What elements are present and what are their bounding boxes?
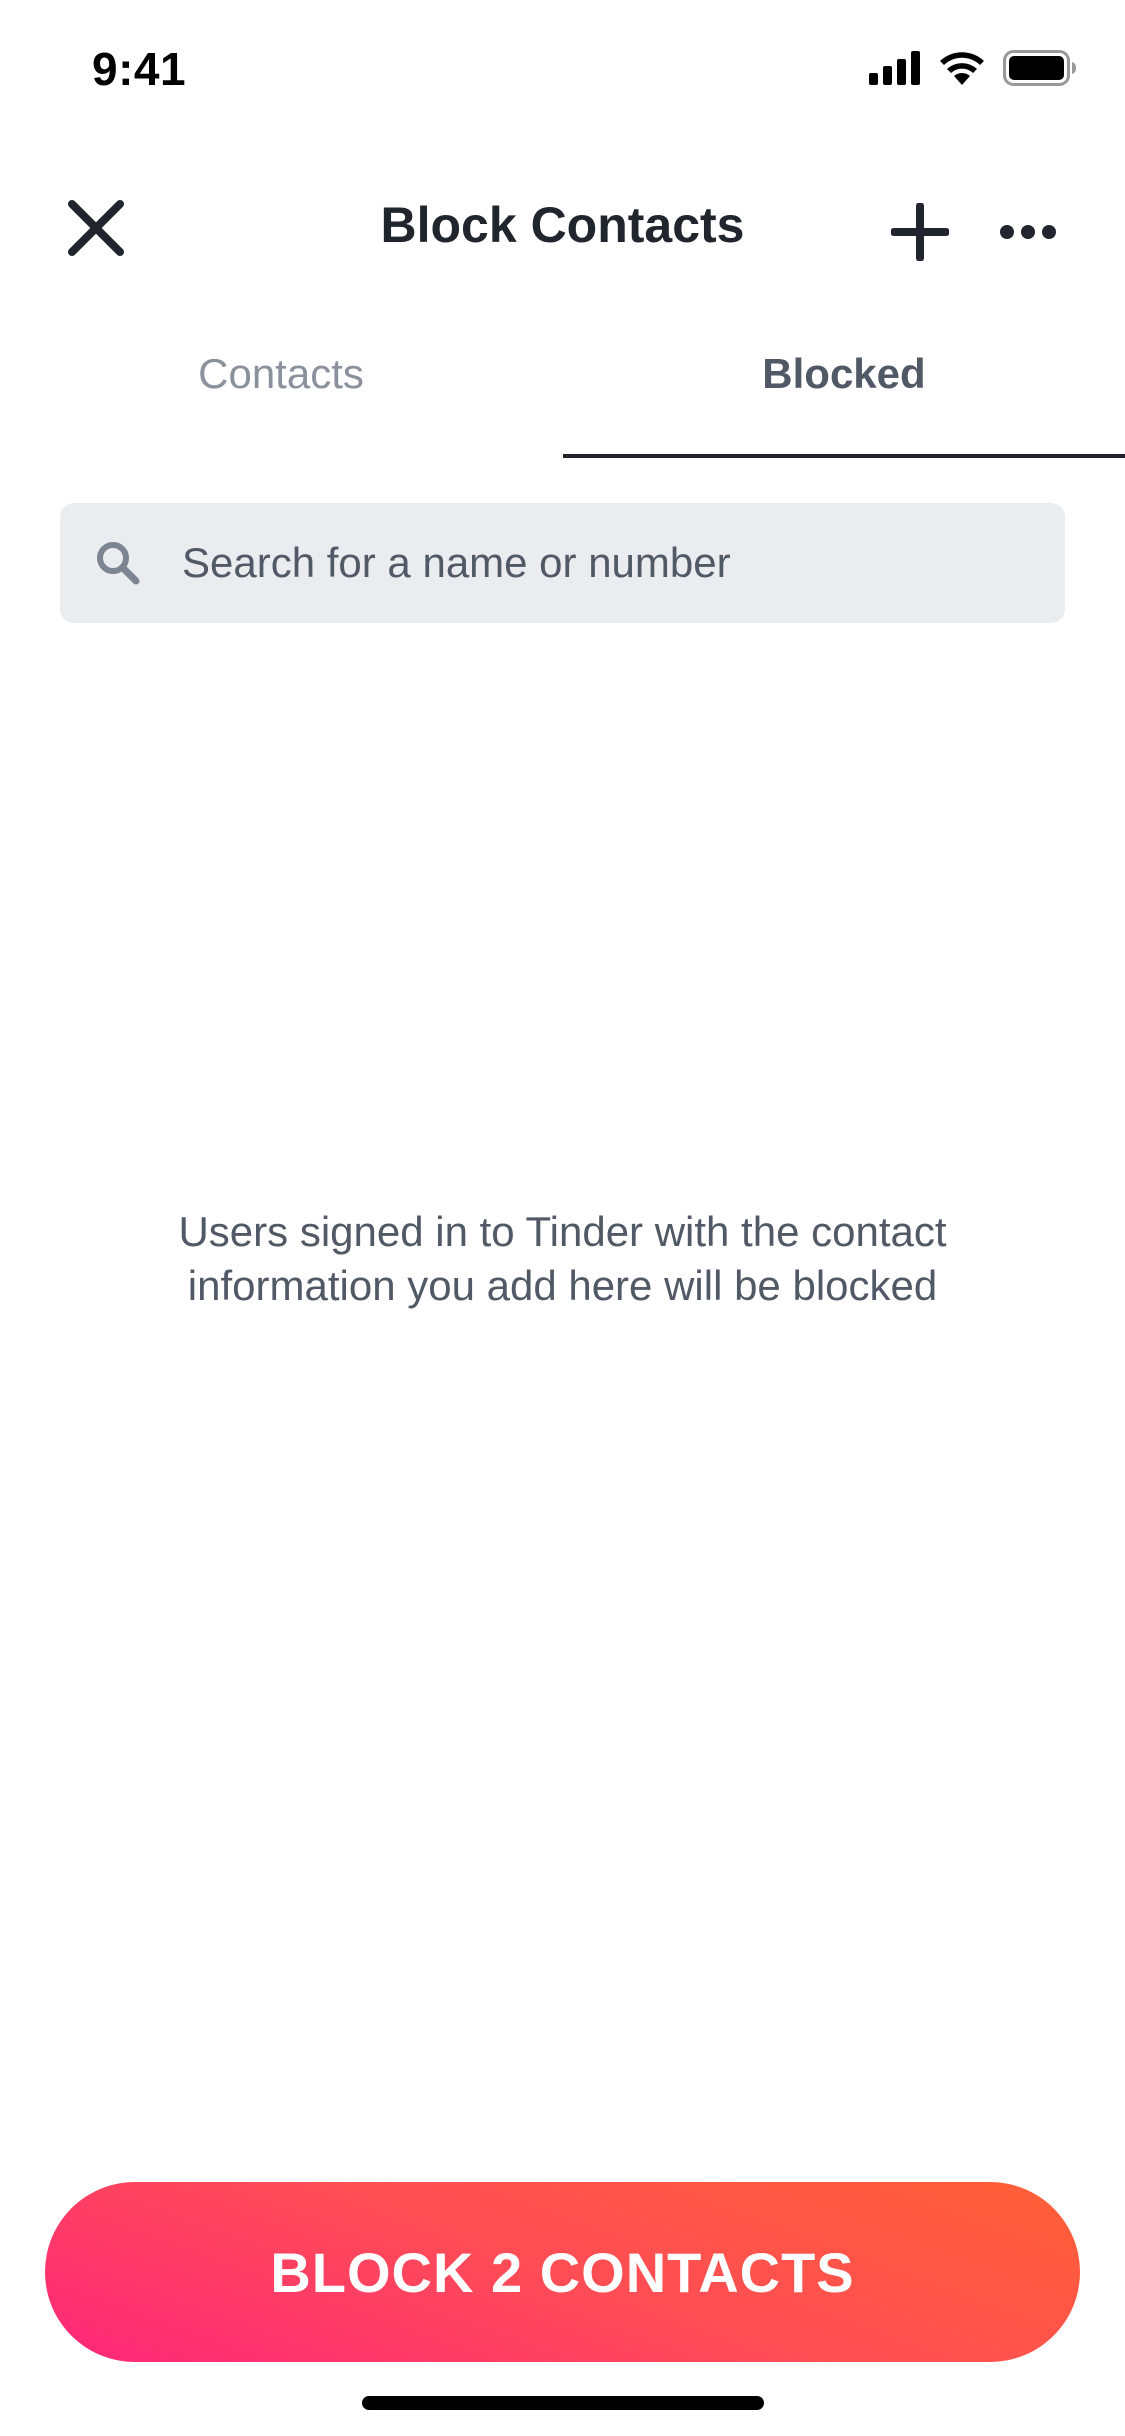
tab-bar: Contacts Blocked — [0, 320, 1125, 460]
empty-state-message: Users signed in to Tinder with the conta… — [178, 1208, 947, 1309]
battery-icon — [1003, 50, 1076, 86]
tab-blocked[interactable]: Blocked — [563, 320, 1125, 458]
search-bar[interactable] — [60, 503, 1065, 623]
status-bar: 9:41 — [0, 0, 1125, 132]
search-icon — [88, 533, 148, 593]
home-indicator — [362, 2396, 764, 2410]
plus-icon — [891, 203, 949, 261]
block-contacts-button[interactable]: BLOCK 2 CONTACTS — [45, 2182, 1080, 2362]
active-tab-indicator — [563, 454, 1125, 458]
more-horizontal-icon — [1000, 225, 1056, 239]
status-time: 9:41 — [92, 43, 187, 95]
wifi-icon — [940, 52, 984, 85]
nav-bar: Block Contacts — [0, 170, 1125, 280]
add-contact-button[interactable] — [880, 192, 960, 272]
more-options-button[interactable] — [988, 192, 1068, 272]
status-icons — [869, 48, 1077, 88]
search-input[interactable] — [180, 538, 1004, 588]
cellular-signal-icon — [869, 51, 920, 85]
tab-contacts[interactable]: Contacts — [0, 320, 562, 458]
